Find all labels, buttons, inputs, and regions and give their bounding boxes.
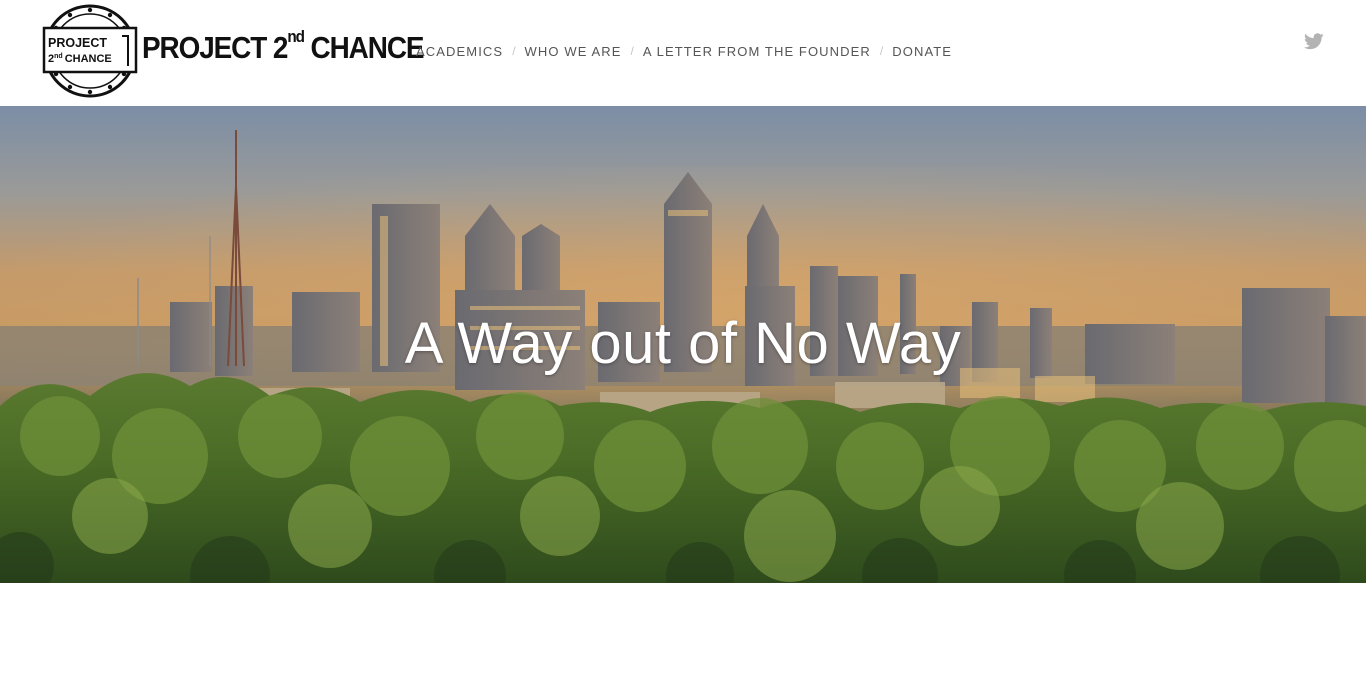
hero-title: A Way out of No Way [404, 311, 962, 376]
nav-donate[interactable]: DONATE [892, 44, 952, 59]
nav-separator: / [512, 44, 516, 58]
nav-who-we-are[interactable]: WHO WE ARE [525, 44, 622, 59]
content-area [0, 583, 1366, 690]
seal-line-1: PROJECT [48, 36, 107, 50]
brand-wordmark: PROJECT 2nd CHANCE [142, 27, 424, 65]
nav-separator: / [630, 44, 634, 58]
seal-icon: PROJECT 2nd CHANCE [42, 4, 138, 98]
twitter-icon[interactable] [1303, 32, 1325, 52]
main-nav: ACADEMICS / WHO WE ARE / A LETTER FROM T… [416, 43, 952, 59]
site-header: PROJECT 2nd CHANCE PROJECT 2nd CHANCE ACA… [0, 0, 1366, 106]
hero-banner: A Way out of No Way [0, 106, 1366, 583]
site-logo[interactable]: PROJECT 2nd CHANCE PROJECT 2nd CHANCE [42, 4, 424, 98]
nav-separator: / [879, 44, 884, 58]
nav-letter-from-founder[interactable]: A LETTER FROM THE FOUNDER [643, 44, 871, 59]
nav-academics[interactable]: ACADEMICS [416, 44, 503, 59]
